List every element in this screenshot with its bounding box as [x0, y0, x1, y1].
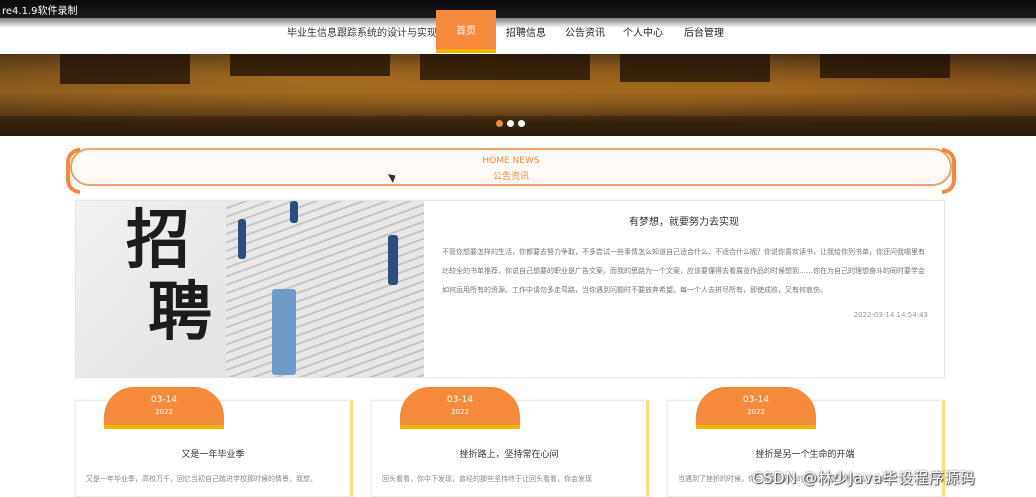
top-navbar: re4.1.9软件录制 毕业生信息跟踪系统的设计与实现 首页 招聘信息 公告资讯…	[0, 0, 1036, 54]
featured-excerpt: 不管你想要怎样的生活，你都要去努力争取，不多尝试一些事情怎么知道自己适合什么、不…	[442, 248, 925, 294]
recorder-label: re4.1.9软件录制	[2, 6, 78, 17]
carousel-dot-1[interactable]	[496, 120, 503, 127]
news-card-1[interactable]: 03-14 2022 又是一年毕业季 又是一年毕业季，高校万千，回忆当初自己踏进…	[75, 387, 353, 497]
card-title[interactable]: 又是一年毕业季	[76, 447, 350, 460]
section-header-news: HOME NEWS 公告资讯	[66, 148, 956, 194]
card-date-tab: 03-14 2022	[696, 387, 816, 429]
featured-date: 2022-03-14 14:54:43	[853, 311, 928, 319]
nav-item-admin[interactable]: 后台管理	[672, 10, 736, 53]
featured-news-card[interactable]: 招 聘 有梦想，就要努力去实现 不管你想要怎样的生活，你都要去努力争取，不多尝试…	[75, 200, 945, 378]
card-date: 03-14	[742, 395, 770, 405]
carousel-dots	[496, 120, 525, 127]
nav-item-news[interactable]: 公告资讯	[556, 10, 614, 53]
nav-item-profile[interactable]: 个人中心	[614, 10, 672, 53]
featured-image: 招 聘	[76, 201, 424, 377]
featured-title[interactable]: 有梦想，就要努力去实现	[424, 213, 944, 228]
carousel-dot-3[interactable]	[518, 120, 525, 127]
news-card-2[interactable]: 03-14 2022 挫折路上，坚持常在心间 回头看看，你中下发现，曾经的那些坚…	[371, 387, 649, 497]
site-title: 毕业生信息跟踪系统的设计与实现	[287, 28, 437, 39]
section-title-cn: 公告资讯	[492, 172, 529, 182]
main-nav: 首页 招聘信息 公告资讯 个人中心 后台管理	[436, 10, 736, 53]
card-title[interactable]: 挫折是另一个生命的开端	[668, 447, 942, 460]
image-text-zhao: 招	[126, 203, 190, 278]
card-year: 2022	[451, 408, 469, 416]
card-date: 03-14	[150, 395, 178, 405]
card-date-tab: 03-14 2022	[104, 387, 224, 429]
carousel-dot-2[interactable]	[507, 120, 514, 127]
csdn-watermark: CSDN @林少Java毕设程序源码	[752, 469, 976, 487]
nav-item-jobs[interactable]: 招聘信息	[496, 10, 556, 53]
card-title[interactable]: 挫折路上，坚持常在心间	[372, 447, 646, 460]
card-year: 2022	[747, 408, 765, 416]
card-excerpt: 又是一年毕业季，高校万千，回忆当初自己踏进学校那时候的情景，我想，	[86, 475, 317, 483]
card-year: 2022	[155, 408, 173, 416]
card-date-tab: 03-14 2022	[400, 387, 520, 429]
section-title-en: HOME NEWS	[482, 156, 540, 166]
image-text-pin: 聘	[148, 275, 212, 350]
nav-item-home[interactable]: 首页	[436, 10, 496, 53]
card-date: 03-14	[446, 395, 474, 405]
card-excerpt: 回头看看，你中下发现，曾经的那些坚持终于让回头看看，你会发现	[382, 475, 592, 483]
